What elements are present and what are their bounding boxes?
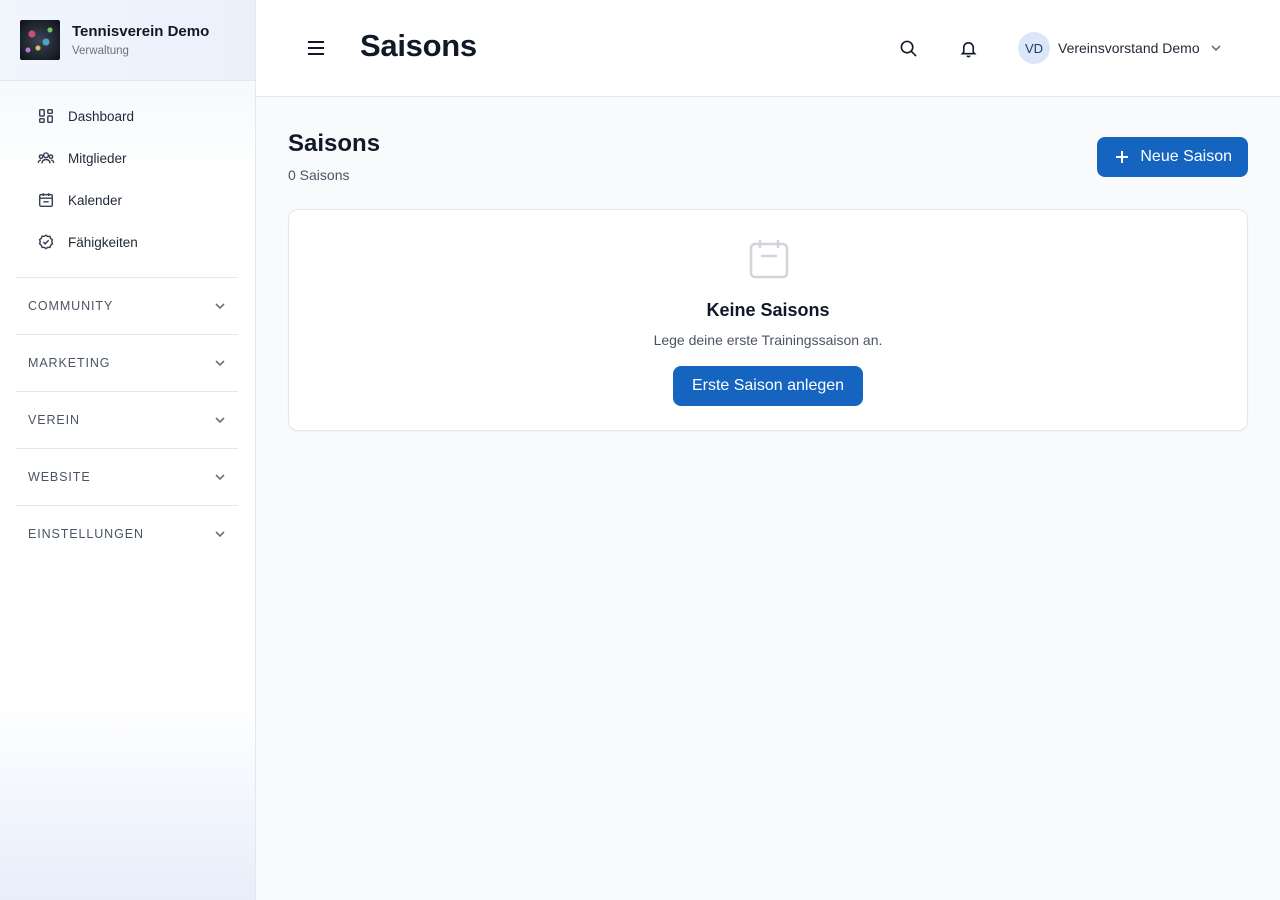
sidebar-item-label: Fähigkeiten — [68, 234, 138, 250]
dashboard-icon — [36, 106, 56, 126]
avatar: VD — [1018, 32, 1050, 64]
notifications-button[interactable] — [956, 36, 980, 60]
brand[interactable]: Tennisverein Demo Verwaltung — [0, 0, 255, 81]
search-button[interactable] — [896, 36, 920, 60]
empty-state-title: Keine Saisons — [706, 300, 830, 320]
brand-subtitle: Verwaltung — [72, 44, 129, 57]
bell-icon — [959, 41, 977, 57]
group-label: COMMUNITY — [28, 299, 114, 313]
calendar-icon — [36, 190, 56, 210]
group-label: VEREIN — [28, 413, 80, 427]
sidebar-item-dashboard[interactable]: Dashboard — [16, 95, 238, 137]
brand-text: Tennisverein Demo Verwaltung — [72, 22, 209, 59]
sidebar-group-marketing[interactable]: MARKETING — [16, 334, 238, 391]
new-season-label: Neue Saison — [1140, 148, 1232, 165]
user-menu[interactable]: VD Vereinsvorstand Demo — [1018, 32, 1222, 64]
sidebar-group-einstellungen[interactable]: EINSTELLUNGEN — [16, 505, 238, 562]
search-icon — [900, 40, 917, 57]
chevron-down-icon — [1211, 45, 1221, 52]
sidebar-item-faehigkeiten[interactable]: Fähigkeiten — [16, 221, 238, 263]
sidebar-item-label: Mitglieder — [68, 150, 127, 166]
chevron-down-icon — [215, 531, 225, 538]
check-circle-icon — [36, 232, 56, 252]
sidebar-group-website[interactable]: WEBSITE — [16, 448, 238, 505]
create-first-season-button[interactable]: Erste Saison anlegen — [673, 366, 863, 406]
chevron-down-icon — [215, 303, 225, 310]
group-label: MARKETING — [28, 356, 111, 370]
sidebar-item-label: Kalender — [68, 192, 123, 208]
chevron-down-icon — [215, 360, 225, 367]
sidebar-item-kalender[interactable]: Kalender — [16, 179, 238, 221]
sidebar-nav: Dashboard Mitglieder Kalender Fähigkeite… — [0, 81, 255, 562]
group-label: EINSTELLUNGEN — [28, 527, 144, 541]
club-logo — [20, 20, 60, 60]
chevron-down-icon — [215, 474, 225, 481]
sidebar: Tennisverein Demo Verwaltung Dashboard M… — [0, 0, 256, 900]
empty-state-card: Keine Saisons Lege deine erste Trainings… — [288, 209, 1248, 431]
sidebar-groups: COMMUNITY MARKETING VEREIN WEBSITE EINST… — [16, 277, 238, 562]
group-label: WEBSITE — [28, 470, 91, 484]
sidebar-item-label: Dashboard — [68, 108, 135, 124]
hamburger-icon — [308, 41, 324, 55]
brand-title: Tennisverein Demo — [72, 22, 210, 40]
plus-icon — [1116, 151, 1129, 163]
sidebar-group-community[interactable]: COMMUNITY — [16, 277, 238, 334]
top-bar: Saisons VD Vereinsvorstand Demo — [256, 0, 1280, 97]
new-season-button[interactable]: Neue Saison — [1097, 137, 1248, 177]
users-icon — [36, 148, 56, 168]
page-title: Saisons — [288, 130, 381, 157]
page-header-title: Saisons — [360, 28, 477, 63]
sidebar-group-verein[interactable]: VEREIN — [16, 391, 238, 448]
calendar-icon — [747, 237, 791, 281]
user-name: Vereinsvorstand Demo — [1058, 40, 1200, 56]
season-count: 0 Saisons — [288, 167, 350, 183]
chevron-down-icon — [215, 417, 225, 424]
menu-toggle-button[interactable] — [304, 36, 328, 60]
sidebar-item-mitglieder[interactable]: Mitglieder — [16, 137, 238, 179]
empty-state-description: Lege deine erste Trainingssaison an. — [653, 332, 883, 348]
